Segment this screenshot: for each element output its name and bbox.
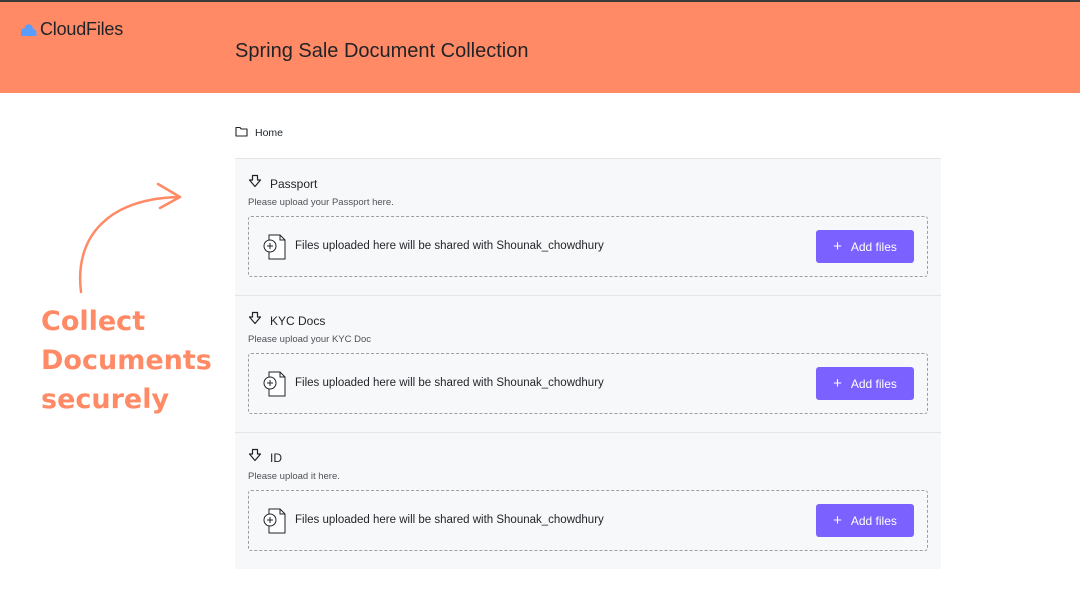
file-dropzone[interactable]: Files uploaded here will be shared with … — [248, 216, 928, 277]
section-header: ID — [248, 448, 282, 467]
add-file-icon — [262, 370, 288, 403]
breadcrumb[interactable]: Home — [235, 124, 283, 142]
promo-line: Collect — [41, 306, 146, 337]
plus-icon: + — [833, 238, 842, 255]
section-description: Please upload it here. — [248, 471, 340, 482]
breadcrumb-home[interactable]: Home — [255, 127, 283, 139]
section-title: ID — [270, 450, 282, 465]
add-file-icon — [262, 233, 288, 266]
file-dropzone[interactable]: Files uploaded here will be shared with … — [248, 353, 928, 414]
app-header: CloudFiles Spring Sale Document Collecti… — [0, 0, 1080, 93]
dropzone-text: Files uploaded here will be shared with … — [295, 240, 604, 252]
add-file-icon — [262, 507, 288, 540]
cloud-icon — [18, 23, 38, 37]
add-files-label: Add files — [850, 239, 897, 254]
arrow-down-icon — [248, 174, 262, 193]
arrow-down-icon — [248, 448, 262, 467]
section-description: Please upload your Passport here. — [248, 197, 394, 208]
upload-sections: Passport Please upload your Passport her… — [235, 158, 941, 569]
file-dropzone[interactable]: Files uploaded here will be shared with … — [248, 490, 928, 551]
add-files-label: Add files — [850, 513, 897, 528]
logo[interactable]: CloudFiles — [18, 19, 123, 40]
dropzone-text: Files uploaded here will be shared with … — [295, 377, 604, 389]
promo-line: Documents — [41, 345, 212, 376]
promo-text: Collect Documents securely — [41, 302, 231, 419]
section-header: KYC Docs — [248, 311, 325, 330]
section-passport: Passport Please upload your Passport her… — [235, 159, 941, 296]
section-kyc-docs: KYC Docs Please upload your KYC Doc File… — [235, 296, 941, 433]
dropzone-text: Files uploaded here will be shared with … — [295, 514, 604, 526]
logo-text: CloudFiles — [40, 19, 124, 39]
section-id: ID Please upload it here. Files uploaded… — [235, 433, 941, 569]
section-header: Passport — [248, 174, 317, 193]
arrow-down-icon — [248, 311, 262, 330]
add-files-button[interactable]: + Add files — [816, 367, 914, 400]
folder-icon — [235, 124, 248, 142]
promo-line: securely — [41, 384, 170, 415]
page-title: Spring Sale Document Collection — [235, 40, 529, 62]
curved-arrow-icon — [70, 175, 190, 300]
add-files-button[interactable]: + Add files — [816, 504, 914, 537]
section-description: Please upload your KYC Doc — [248, 334, 372, 345]
add-files-button[interactable]: + Add files — [816, 230, 914, 263]
add-files-label: Add files — [850, 376, 897, 391]
plus-icon: + — [833, 375, 842, 392]
section-title: KYC Docs — [270, 313, 326, 328]
section-title: Passport — [270, 176, 318, 191]
plus-icon: + — [833, 512, 842, 529]
